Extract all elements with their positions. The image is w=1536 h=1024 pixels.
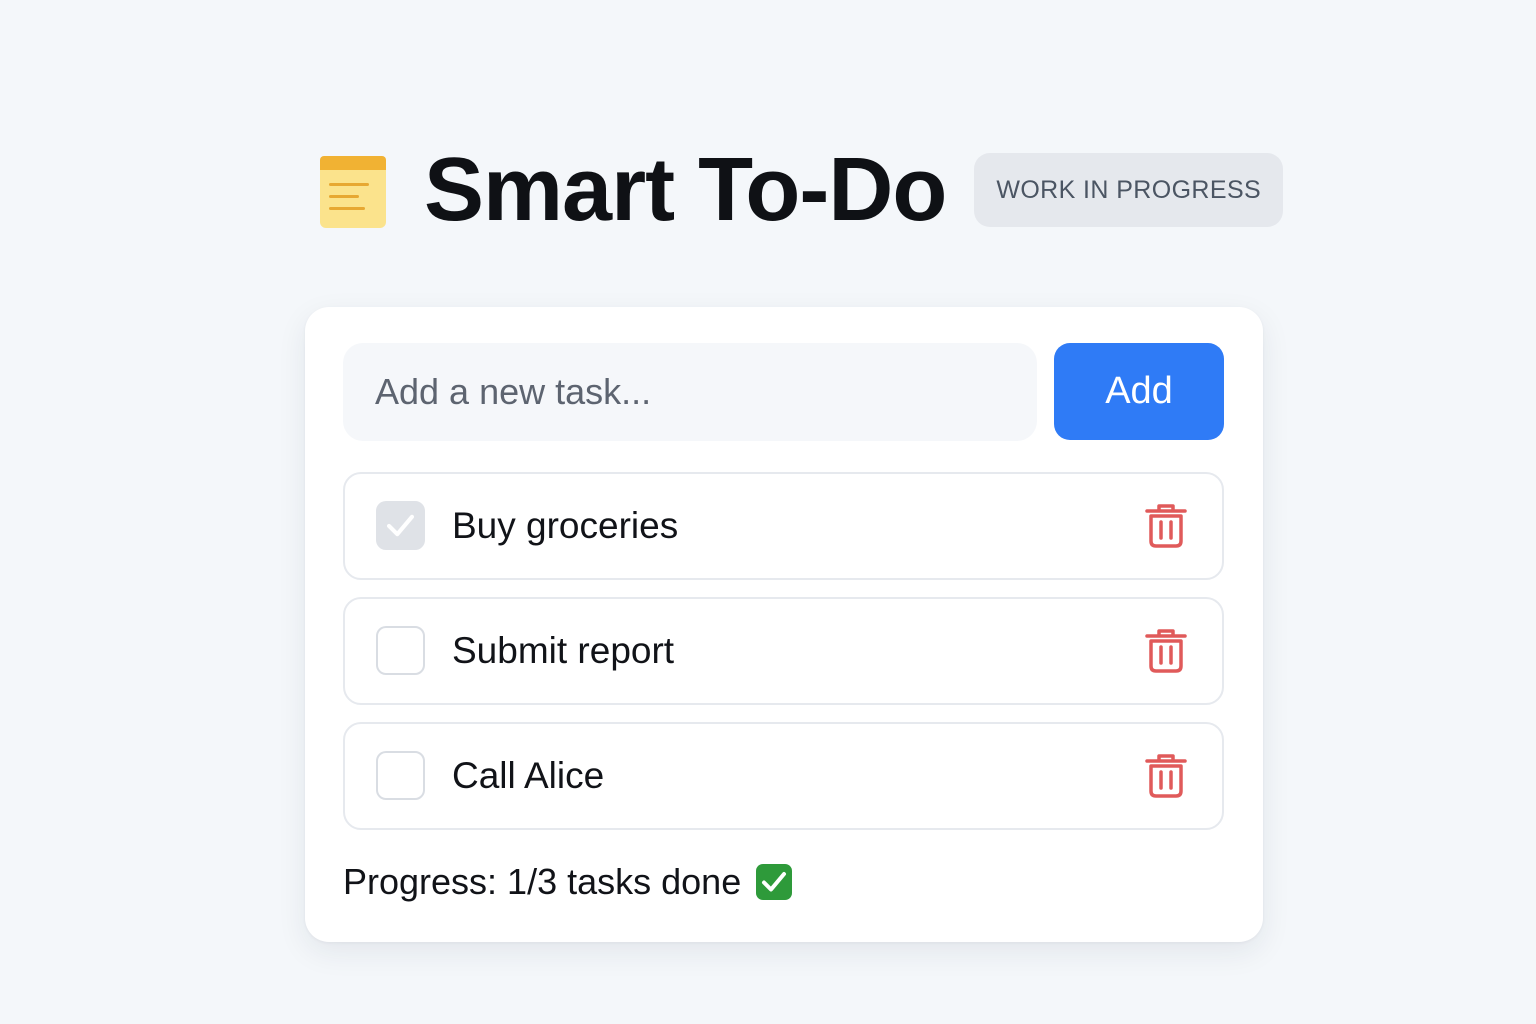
task-label: Call Alice	[452, 755, 605, 796]
delete-task-button[interactable]	[1144, 753, 1188, 799]
progress-summary: Progress: 1/3 tasks done	[343, 858, 793, 906]
task-item: Buy groceries	[343, 472, 1224, 580]
task-checkbox-checked[interactable]	[376, 501, 425, 550]
task-list: Buy groceries Submit report Call Alice	[343, 472, 1224, 847]
delete-task-button[interactable]	[1144, 503, 1188, 549]
task-checkbox[interactable]	[376, 626, 425, 675]
check-mark-button-icon	[756, 864, 793, 900]
task-checkbox[interactable]	[376, 751, 425, 800]
trash-icon	[1145, 754, 1187, 798]
task-item: Submit report	[343, 597, 1224, 705]
task-label: Buy groceries	[452, 505, 679, 546]
new-task-input[interactable]	[343, 343, 1037, 441]
progress-text: Progress: 1/3 tasks done	[343, 861, 742, 902]
app-title: Smart To-Do	[424, 140, 947, 240]
task-item: Call Alice	[343, 722, 1224, 830]
notepad-icon	[320, 156, 386, 228]
task-label: Submit report	[452, 630, 675, 671]
todo-page: Smart To-Do WORK IN PROGRESS Add Buy gro…	[0, 0, 1536, 1024]
add-task-button[interactable]: Add	[1054, 343, 1224, 440]
todo-card: Add Buy groceries	[305, 307, 1263, 942]
checkmark-icon	[386, 514, 415, 537]
trash-icon	[1145, 504, 1187, 548]
status-badge: WORK IN PROGRESS	[974, 153, 1284, 227]
delete-task-button[interactable]	[1144, 628, 1188, 674]
trash-icon	[1145, 629, 1187, 673]
app-header: Smart To-Do WORK IN PROGRESS	[318, 138, 1284, 242]
